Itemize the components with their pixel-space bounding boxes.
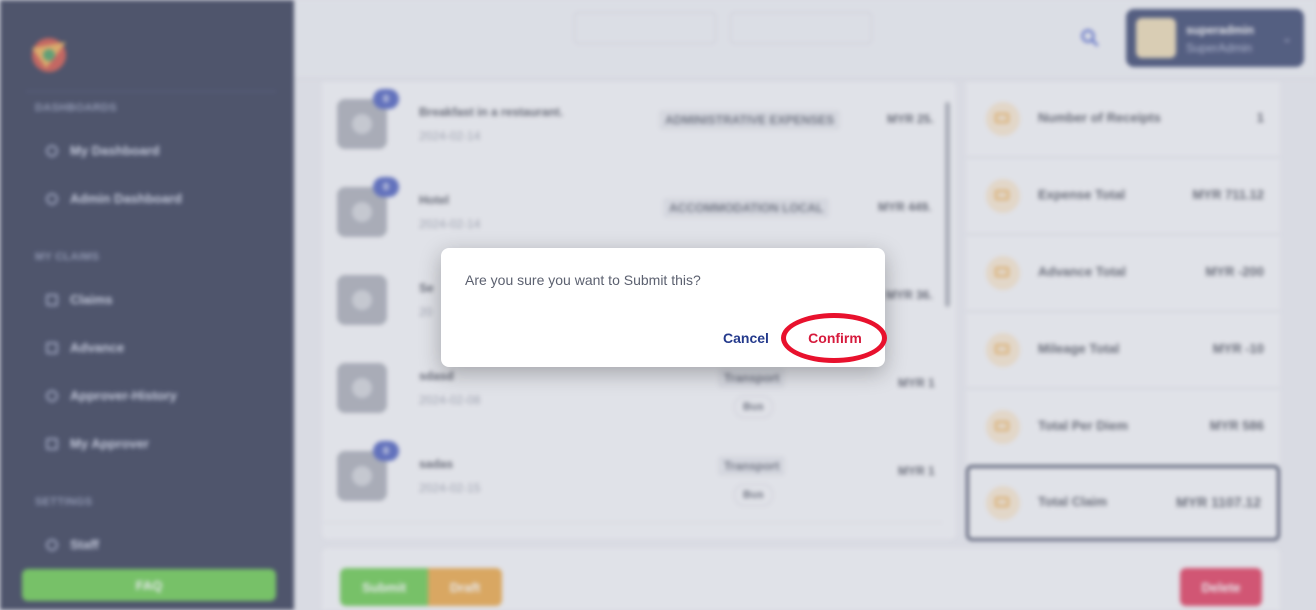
cancel-button[interactable]: Cancel: [713, 325, 779, 351]
confirm-button[interactable]: Confirm: [795, 325, 875, 351]
confirm-dialog: Are you sure you want to Submit this? Ca…: [441, 248, 885, 367]
dialog-message: Are you sure you want to Submit this?: [465, 272, 701, 288]
